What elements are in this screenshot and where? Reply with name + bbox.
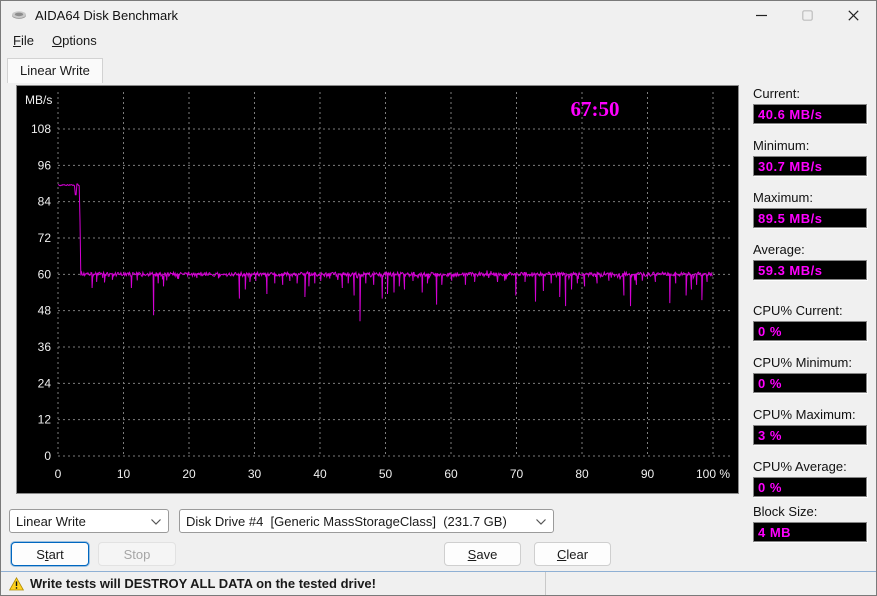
stat-value-maximum: 89.5 MB/s [758, 210, 823, 226]
test-type-select[interactable]: Linear Write [9, 509, 169, 533]
window-title: AIDA64 Disk Benchmark [35, 7, 179, 23]
svg-text:12: 12 [38, 413, 52, 427]
status-warning-text: Write tests will DESTROY ALL DATA on the… [30, 576, 376, 591]
clear-label-accel: C [556, 546, 567, 562]
stat-box-cpu-minimum: 0 % [753, 373, 867, 393]
svg-text:96: 96 [38, 158, 52, 172]
stat-value-cpu-minimum: 0 % [758, 375, 782, 391]
stat-label-maximum: Maximum: [753, 190, 813, 205]
stat-label-cpu-minimum: CPU% Minimum: [753, 355, 852, 370]
start-label-pre: S [36, 546, 45, 562]
svg-text:24: 24 [38, 376, 52, 390]
stat-label-cpu-current: CPU% Current: [753, 303, 843, 318]
svg-text:70: 70 [510, 467, 524, 481]
benchmark-chart-svg: MB/s 0 12 24 36 48 60 72 84 96 108 0 10 20 30 40 50 60 70 8… [17, 86, 738, 493]
warning-icon [9, 576, 24, 591]
stat-value-block-size: 4 MB [758, 524, 792, 540]
stat-value-average: 59.3 MB/s [758, 262, 823, 278]
stat-value-cpu-average: 0 % [758, 479, 782, 495]
menu-options-rest: ptions [62, 33, 97, 48]
maximize-button[interactable] [784, 1, 830, 29]
clear-button[interactable]: Clear [534, 542, 611, 566]
svg-text:36: 36 [38, 340, 52, 354]
status-bar: Write tests will DESTROY ALL DATA on the… [1, 571, 876, 595]
chevron-down-icon [150, 514, 162, 529]
svg-text:50: 50 [379, 467, 393, 481]
menu-options-accel: O [51, 33, 63, 48]
svg-text:60: 60 [444, 467, 458, 481]
svg-text:100 %: 100 % [696, 467, 730, 481]
stat-value-cpu-maximum: 3 % [758, 427, 782, 443]
tab-linear-write[interactable]: Linear Write [7, 58, 103, 83]
menu-bar: File Options [1, 29, 876, 53]
save-button[interactable]: Save [444, 542, 521, 566]
minimize-button[interactable] [738, 1, 784, 29]
benchmark-chart: MB/s 0 12 24 36 48 60 72 84 96 108 0 10 20 30 40 50 60 70 8… [16, 85, 739, 494]
tab-strip: Linear Write [7, 58, 103, 83]
drive-select-value: Disk Drive #4 [Generic MassStorageClass]… [186, 513, 507, 529]
stat-value-current: 40.6 MB/s [758, 106, 823, 122]
menu-options[interactable]: Options [44, 31, 105, 50]
stat-box-cpu-maximum: 3 % [753, 425, 867, 445]
stat-box-block-size: 4 MB [753, 522, 867, 542]
stats-panel: Current: 40.6 MB/s Minimum: 30.7 MB/s Ma… [753, 86, 867, 542]
svg-text:20: 20 [182, 467, 196, 481]
title-bar: AIDA64 Disk Benchmark [1, 1, 876, 29]
stat-box-minimum: 30.7 MB/s [753, 156, 867, 176]
stat-label-average: Average: [753, 242, 805, 257]
drive-select[interactable]: Disk Drive #4 [Generic MassStorageClass]… [179, 509, 554, 533]
save-label-post: ave [476, 546, 498, 562]
stat-label-cpu-maximum: CPU% Maximum: [753, 407, 856, 422]
stop-button[interactable]: Stop [98, 542, 176, 566]
stat-label-cpu-average: CPU% Average: [753, 459, 847, 474]
svg-text:10: 10 [117, 467, 131, 481]
close-button[interactable] [830, 1, 876, 29]
svg-text:72: 72 [38, 231, 52, 245]
svg-text:40: 40 [313, 467, 327, 481]
chevron-down-icon [535, 514, 547, 529]
start-button[interactable]: Start [11, 542, 89, 566]
stat-label-current: Current: [753, 86, 800, 101]
start-label-post: art [48, 546, 64, 562]
svg-text:0: 0 [55, 467, 62, 481]
svg-text:90: 90 [641, 467, 655, 481]
stat-value-cpu-current: 0 % [758, 323, 782, 339]
svg-text:80: 80 [575, 467, 589, 481]
svg-text:MB/s: MB/s [25, 93, 52, 107]
stat-box-current: 40.6 MB/s [753, 104, 867, 124]
svg-text:84: 84 [38, 195, 52, 209]
clear-label-post: lear [566, 546, 589, 562]
svg-text:67:50: 67:50 [571, 97, 620, 121]
svg-text:48: 48 [38, 304, 52, 318]
stat-box-average: 59.3 MB/s [753, 260, 867, 280]
menu-file[interactable]: File [5, 31, 42, 50]
stop-label: Stop [123, 546, 151, 562]
aida64-disk-benchmark-window: { "window": { "title": "AIDA64 Disk Benc… [0, 0, 877, 596]
stat-box-cpu-current: 0 % [753, 321, 867, 341]
status-panel-empty [546, 572, 876, 595]
stat-value-minimum: 30.7 MB/s [758, 158, 823, 174]
svg-text:30: 30 [248, 467, 262, 481]
status-panel-warning: Write tests will DESTROY ALL DATA on the… [1, 572, 546, 595]
app-disk-icon [11, 7, 27, 23]
stat-label-block-size: Block Size: [753, 504, 818, 519]
stat-label-minimum: Minimum: [753, 138, 810, 153]
menu-file-rest: ile [20, 33, 34, 48]
menu-file-accel: F [13, 33, 21, 48]
test-type-value: Linear Write [16, 513, 86, 529]
tab-label: Linear Write [20, 63, 90, 78]
svg-text:108: 108 [31, 122, 51, 136]
svg-text:60: 60 [38, 267, 52, 281]
stat-box-cpu-average: 0 % [753, 477, 867, 497]
svg-text:0: 0 [44, 449, 51, 463]
stat-box-maximum: 89.5 MB/s [753, 208, 867, 228]
